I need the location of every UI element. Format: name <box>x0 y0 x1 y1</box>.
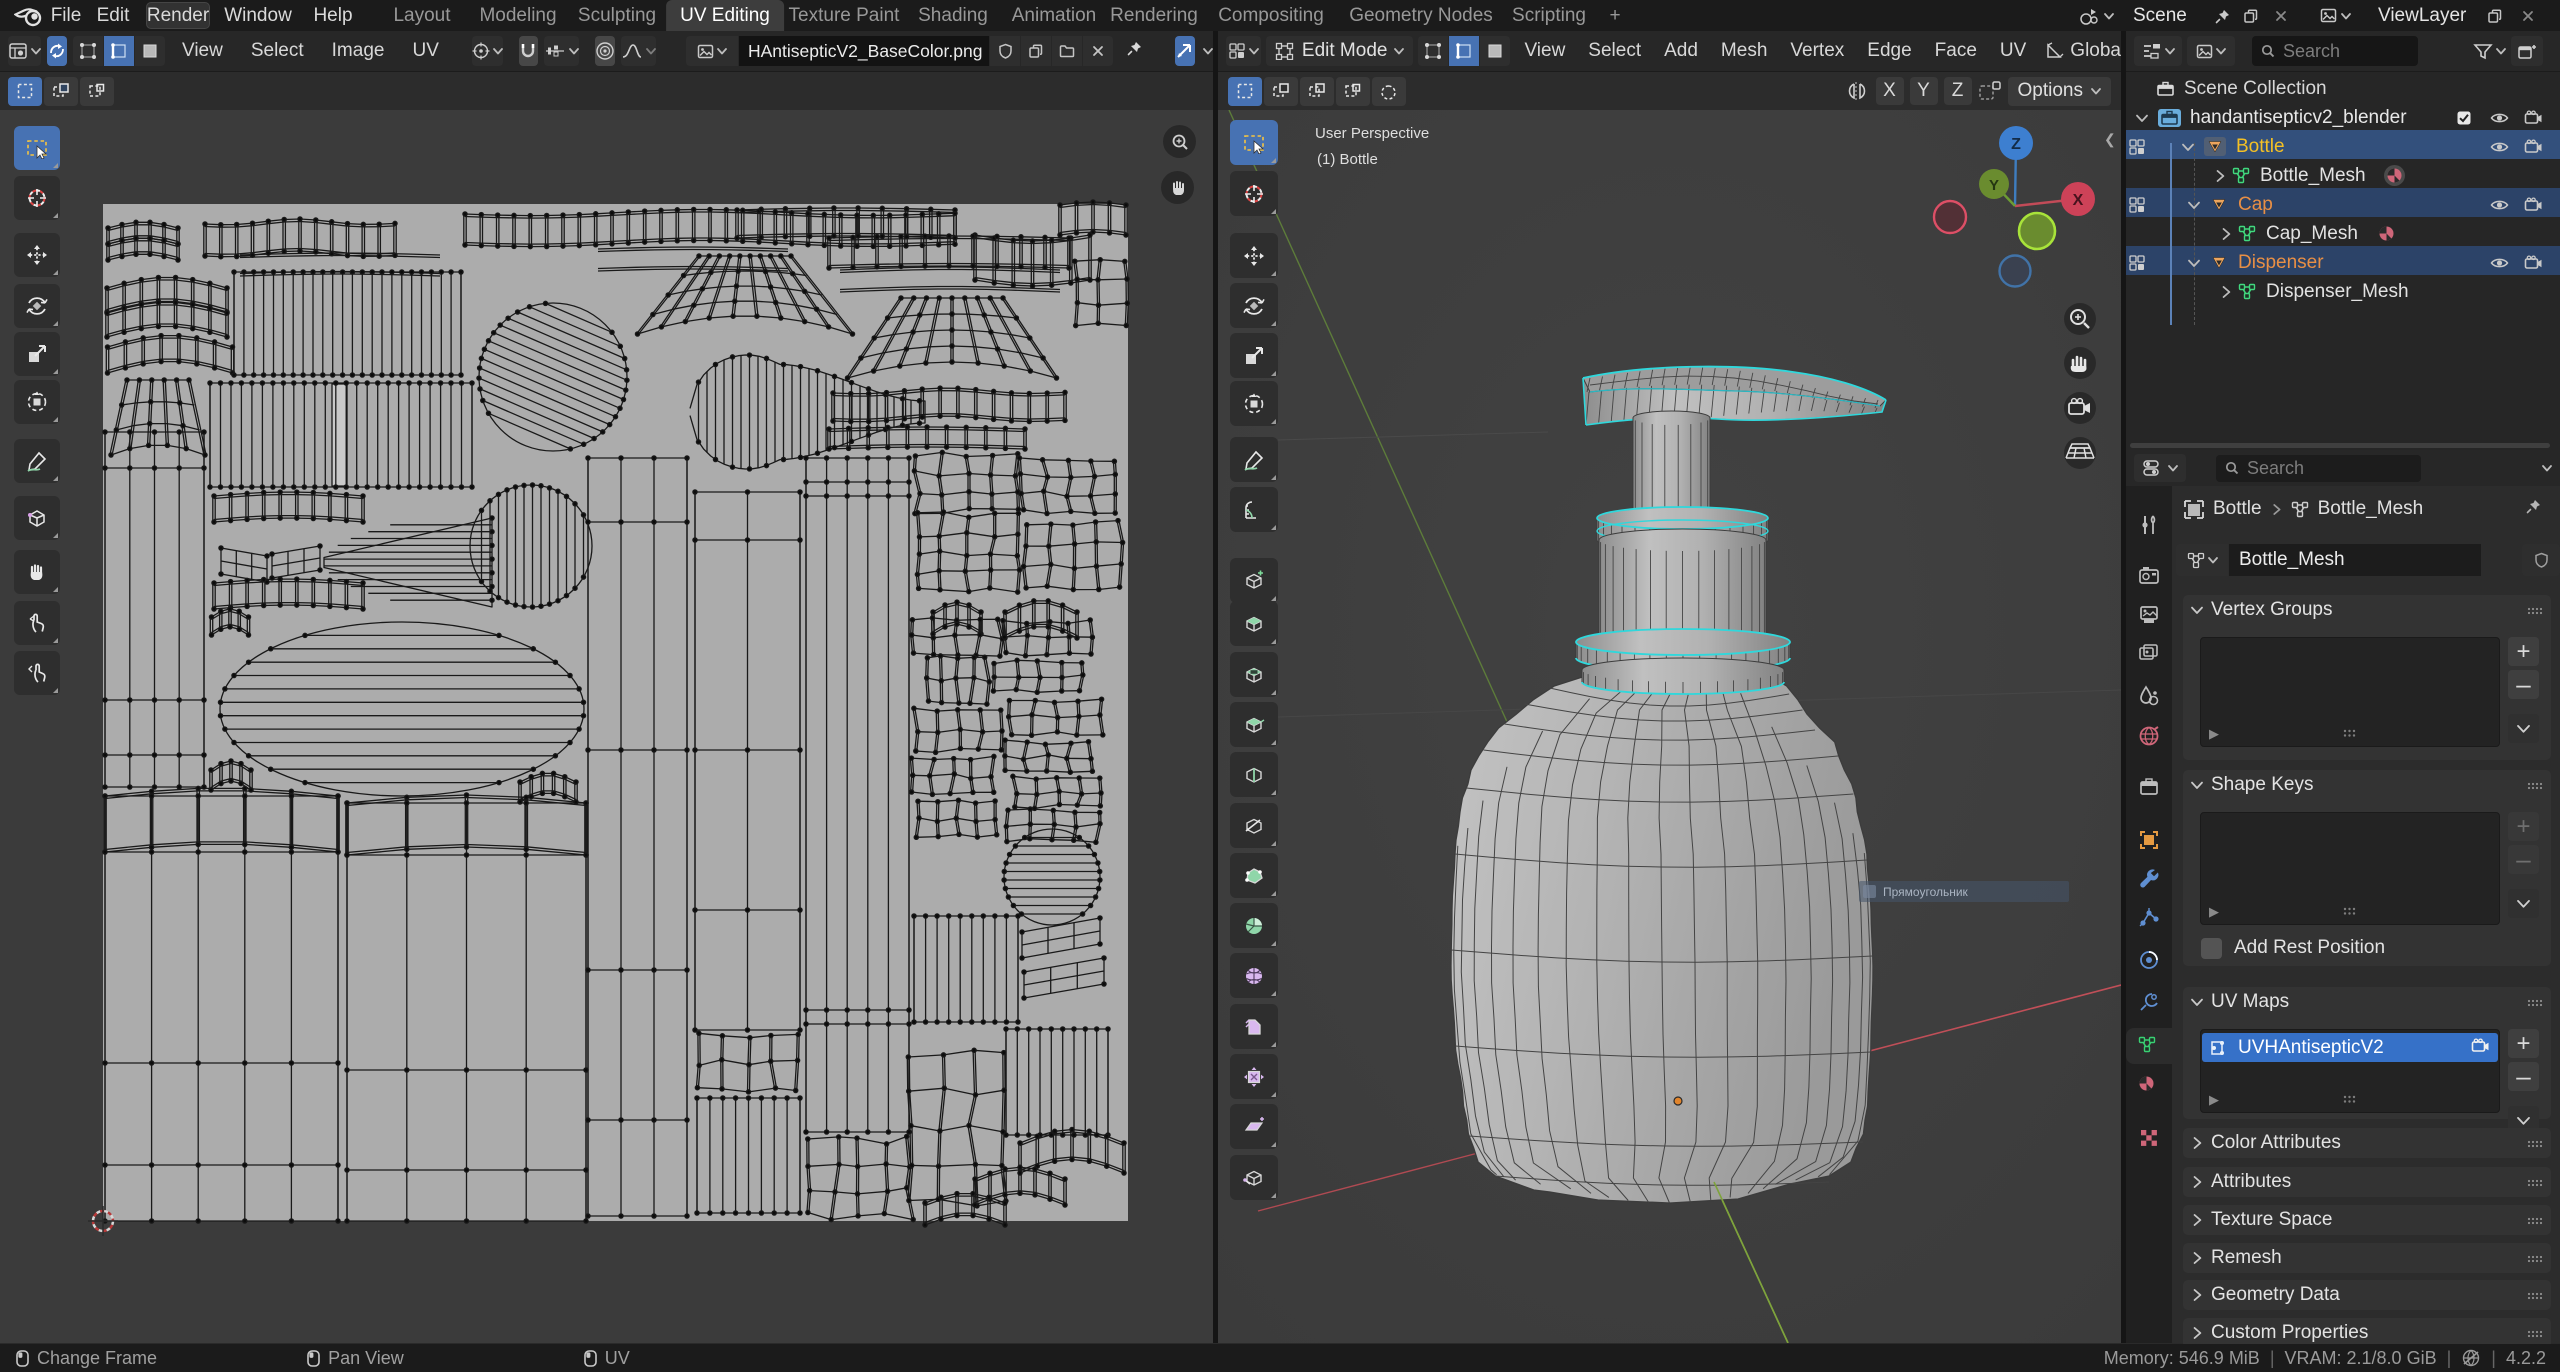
svg-text:User Perspective: User Perspective <box>1315 125 1429 142</box>
svg-text:(1) Bottle: (1) Bottle <box>1317 151 1378 168</box>
svg-text:Y: Y <box>1989 177 1999 194</box>
svg-text:X: X <box>2073 192 2084 209</box>
svg-text:❮: ❮ <box>2104 131 2116 148</box>
svg-text:Прямоугольник: Прямоугольник <box>1883 885 1969 899</box>
svg-text:Z: Z <box>2011 136 2021 153</box>
